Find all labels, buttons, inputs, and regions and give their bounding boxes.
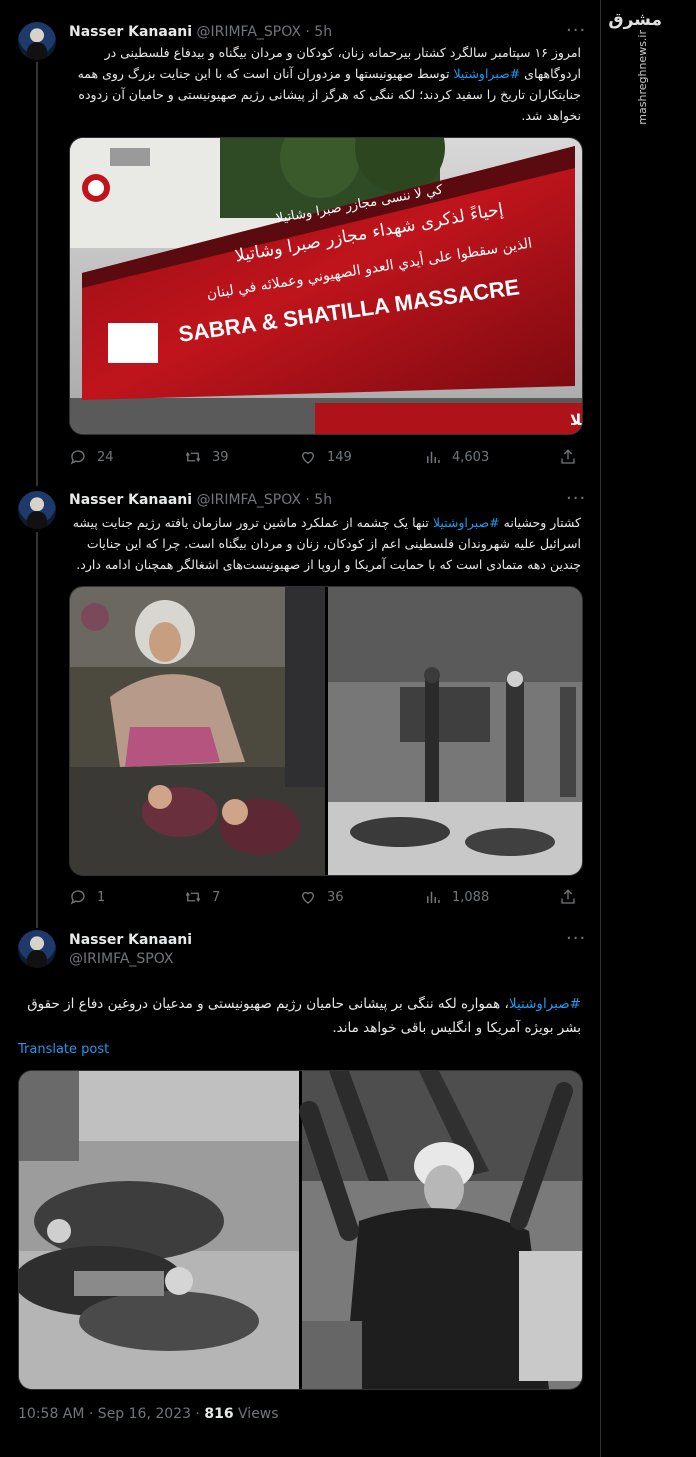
photo-grid	[19, 1071, 582, 1389]
author-name[interactable]: Nasser Kanaani	[69, 932, 192, 948]
thread-line	[36, 532, 38, 928]
views-icon	[427, 891, 440, 903]
views-count: 1,088	[452, 889, 490, 905]
translate-post-link[interactable]: Translate post	[18, 1042, 109, 1057]
more-options-icon[interactable]: ···	[566, 928, 586, 949]
share-icon	[561, 449, 575, 464]
watermark-logo: مشرق	[608, 10, 662, 30]
watermark-site: mashreghnews.ir	[636, 30, 649, 125]
retweet-button[interactable]: 39	[184, 448, 229, 466]
tweet-image-grid	[69, 586, 583, 876]
banner-photo: كي لا ننسى مجازر صبرا وشاتيلا إحياءً لذك…	[70, 138, 582, 434]
like-button[interactable]: 149	[299, 448, 352, 466]
views-count: 816	[204, 1406, 234, 1422]
more-options-icon[interactable]: ···	[566, 488, 586, 509]
like-count: 149	[327, 449, 352, 465]
timestamp-text: 10:58 AM · Sep 16, 2023 ·	[18, 1406, 205, 1422]
share-icon	[561, 889, 575, 904]
retweet-icon	[185, 452, 201, 462]
tweet-text: امروز ۱۶ سپتامبر سالگرد کشتار بیرحمانه ز…	[69, 42, 581, 126]
retweet-button[interactable]: 7	[184, 888, 220, 906]
share-button[interactable]	[559, 888, 577, 906]
tweet-text-part: کشتار وحشیانه	[503, 515, 581, 530]
banner-caption: ذكرى مجزرة صبرا وشاتيلا	[570, 411, 582, 429]
heart-icon	[302, 891, 314, 904]
tweet-text: کشتار وحشیانه #صبراوشتیلا تنها یک چشمه ا…	[69, 512, 581, 575]
reply-button[interactable]: 24	[69, 448, 114, 466]
views-label: Views	[233, 1406, 279, 1422]
avatar[interactable]	[18, 491, 56, 529]
tweet-timestamp[interactable]: 10:58 AM · Sep 16, 2023 · 816 Views	[18, 1406, 279, 1422]
retweet-count: 7	[212, 889, 221, 905]
tweet-image-grid	[18, 1070, 583, 1390]
watermark-logo-text: مشرق	[608, 10, 662, 30]
author-handle[interactable]: @IRIMFA_SPOX	[69, 951, 192, 967]
reply-count: 1	[97, 889, 106, 905]
hashtag-link[interactable]: #صبراوشتیلا	[433, 515, 500, 530]
views-button[interactable]: 1,088	[424, 888, 489, 906]
views-count: 4,603	[452, 449, 490, 465]
tweet-image[interactable]: كي لا ننسى مجازر صبرا وشاتيلا إحياءً لذك…	[69, 137, 583, 435]
photo-right[interactable]	[299, 1071, 582, 1389]
thread-line	[36, 62, 38, 486]
author-name[interactable]: Nasser Kanaani	[69, 492, 192, 508]
tweet-text: #صبراوشتیلا، همواره لکه ننگی بر پیشانی ح…	[18, 992, 581, 1040]
heart-icon	[302, 451, 314, 464]
like-button[interactable]: 36	[299, 888, 344, 906]
tweet-header: Nasser Kanaani @IRIMFA_SPOX · 5h	[69, 24, 332, 40]
reply-count: 24	[97, 449, 114, 465]
hashtag-link[interactable]: #صبراوشتیلا	[509, 996, 581, 1012]
author-handle-time[interactable]: @IRIMFA_SPOX · 5h	[196, 24, 332, 40]
views-icon	[427, 451, 440, 463]
reply-button[interactable]: 1	[69, 888, 105, 906]
more-options-icon[interactable]: ···	[566, 20, 586, 41]
retweet-count: 39	[212, 449, 229, 465]
author-name[interactable]: Nasser Kanaani	[69, 24, 192, 40]
avatar[interactable]	[18, 22, 56, 60]
avatar[interactable]	[18, 930, 56, 968]
tweet-header: Nasser Kanaani @IRIMFA_SPOX	[69, 932, 192, 967]
photo-left[interactable]	[19, 1071, 299, 1389]
views-button[interactable]: 4,603	[424, 448, 489, 466]
tweet-header: Nasser Kanaani @IRIMFA_SPOX · 5h	[69, 492, 332, 508]
photo-left[interactable]	[70, 587, 325, 875]
tweet-text-part: ، همواره لکه ننگی بر پیشانی حامیان رژیم …	[27, 996, 581, 1036]
tweet-actions: 24 39 149 4,603	[69, 448, 581, 468]
author-handle-time[interactable]: @IRIMFA_SPOX · 5h	[196, 492, 332, 508]
retweet-icon	[185, 892, 201, 902]
reply-icon	[70, 450, 85, 465]
photo-right[interactable]	[328, 587, 582, 875]
reply-icon	[70, 890, 85, 905]
hashtag-link[interactable]: #صبراوشتیلا	[453, 66, 520, 81]
share-button[interactable]	[559, 448, 577, 466]
photo-grid	[70, 587, 582, 875]
tweet-actions: 1 7 36 1,088	[69, 888, 581, 908]
like-count: 36	[327, 889, 344, 905]
column-divider	[600, 0, 601, 1457]
